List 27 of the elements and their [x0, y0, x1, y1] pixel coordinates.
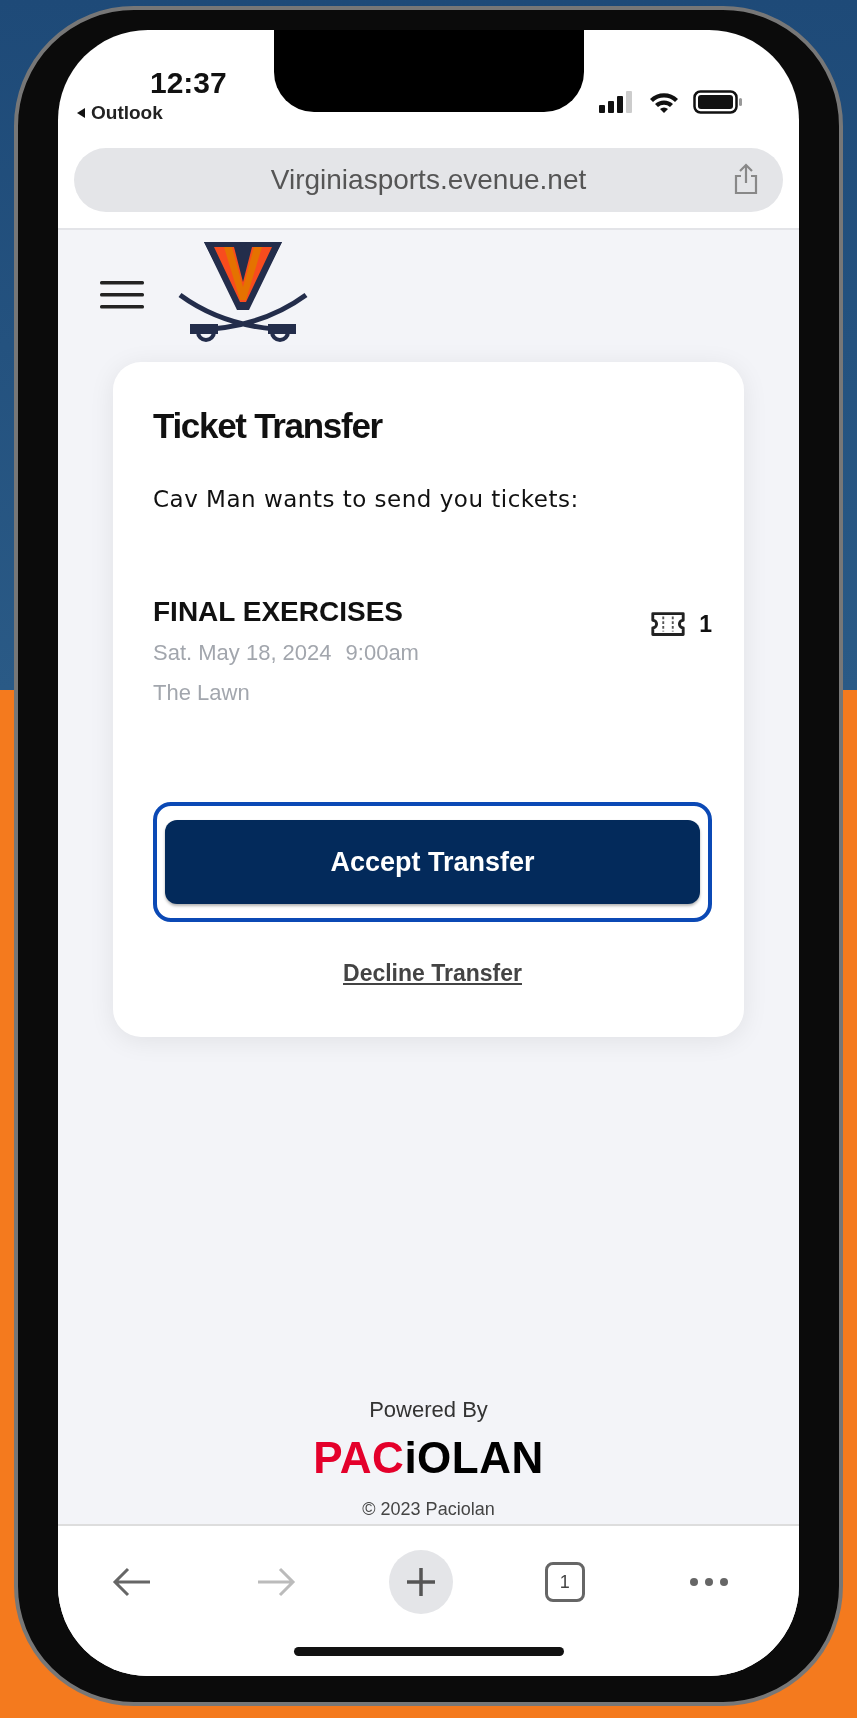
back-to-app-link[interactable]: Outlook: [76, 102, 163, 124]
event-venue: The Lawn: [153, 680, 251, 706]
paciolan-logo: PACiOLAN: [313, 1433, 544, 1483]
card-title: Ticket Transfer: [153, 406, 384, 446]
battery-icon: [693, 90, 743, 114]
decline-transfer-link[interactable]: Decline Transfer: [343, 960, 522, 987]
copyright-text: © 2023 Paciolan: [362, 1499, 495, 1520]
event-date: Sat. May 18, 2024: [153, 640, 332, 666]
more-icon[interactable]: [689, 1577, 729, 1587]
share-icon[interactable]: [733, 163, 759, 195]
address-bar[interactable]: Virginiasports.evenue.net: [74, 148, 783, 212]
signal-icon: [599, 91, 635, 113]
powered-by-text: Powered By: [369, 1397, 488, 1423]
accept-transfer-button[interactable]: Accept Transfer: [165, 820, 700, 904]
menu-icon[interactable]: [100, 281, 144, 309]
event-time: 9:00am: [345, 640, 419, 666]
ticket-count: 1: [699, 610, 712, 638]
status-time: 12:37: [150, 66, 227, 100]
tab-count-button[interactable]: 1: [544, 1562, 585, 1602]
url-text: Virginiasports.evenue.net: [270, 164, 587, 196]
transfer-message: Cav Man wants to send you tickets:: [153, 486, 580, 512]
wifi-icon: [649, 91, 679, 113]
ticket-icon: [649, 610, 688, 638]
plus-icon: [404, 1566, 437, 1598]
event-name: FINAL EXERCISES: [153, 596, 404, 628]
back-triangle-icon: [76, 107, 86, 119]
back-arrow-icon[interactable]: [112, 1566, 152, 1598]
